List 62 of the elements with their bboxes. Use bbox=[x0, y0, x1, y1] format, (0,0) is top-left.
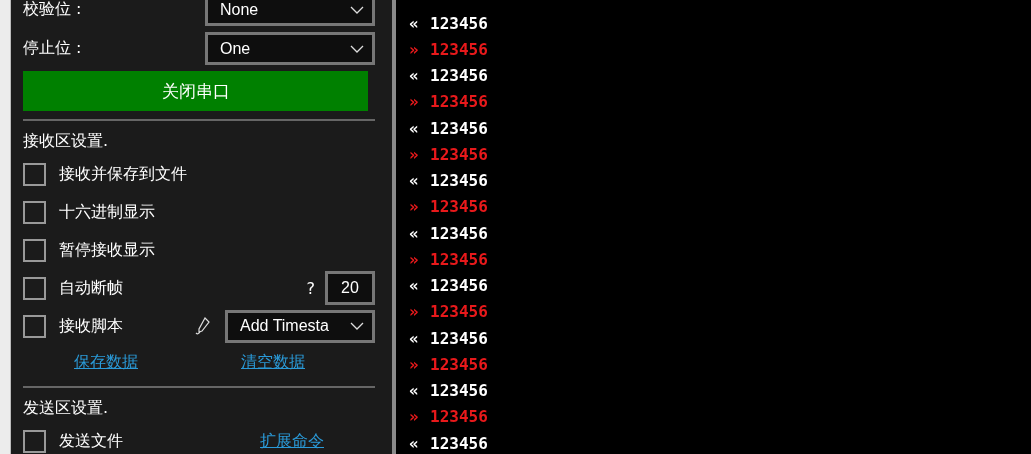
direction-marker: « bbox=[409, 381, 420, 401]
log-text: 123456 bbox=[430, 92, 488, 112]
checkbox[interactable] bbox=[23, 238, 46, 262]
close-port-button[interactable]: 关闭串口 bbox=[23, 71, 368, 111]
log-text: 123456 bbox=[430, 407, 488, 427]
direction-marker: » bbox=[409, 39, 420, 59]
checkbox-label: 自动断帧 bbox=[59, 277, 124, 299]
direction-marker: » bbox=[409, 354, 420, 374]
checkbox-label: 接收并保存到文件 bbox=[59, 163, 188, 185]
checkbox[interactable] bbox=[23, 314, 46, 338]
log-text: 123456 bbox=[430, 13, 488, 33]
direction-marker: » bbox=[409, 249, 420, 269]
checkbox-label: 接收脚本 bbox=[59, 315, 124, 337]
direction-marker: « bbox=[409, 13, 420, 33]
direction-marker: « bbox=[409, 118, 420, 138]
setting-label: 校验位 : bbox=[23, 0, 82, 20]
checkbox-label: 发送文件 bbox=[59, 430, 124, 452]
dropdown[interactable]: Add Timesta bbox=[225, 309, 375, 343]
help-mark[interactable]: ? bbox=[306, 278, 315, 298]
dropdown[interactable]: One bbox=[205, 32, 375, 65]
direction-marker: » bbox=[409, 197, 420, 217]
direction-marker: » bbox=[409, 302, 420, 322]
log-text: 123456 bbox=[430, 249, 488, 269]
chevron-icon bbox=[350, 5, 364, 14]
log-text: 123456 bbox=[430, 171, 488, 191]
log-text: 123456 bbox=[430, 144, 488, 164]
direction-marker: « bbox=[409, 66, 420, 86]
checkbox-label: 十六进制显示 bbox=[59, 201, 156, 223]
log-text: 123456 bbox=[430, 39, 488, 59]
direction-marker: » bbox=[409, 92, 420, 112]
checkbox[interactable] bbox=[23, 162, 46, 186]
link[interactable]: 保存数据 bbox=[74, 351, 138, 373]
section-heading: 接收区设置. bbox=[23, 131, 110, 152]
log-text: 123456 bbox=[430, 302, 488, 322]
checkbox-label: 暂停接收显示 bbox=[59, 239, 156, 261]
direction-marker: « bbox=[409, 328, 420, 348]
direction-marker: « bbox=[409, 276, 420, 296]
dropdown[interactable]: None bbox=[205, 0, 375, 26]
chevron-icon bbox=[350, 44, 364, 53]
direction-marker: « bbox=[409, 171, 420, 191]
log-text: 123456 bbox=[430, 223, 488, 243]
checkbox[interactable] bbox=[23, 200, 46, 224]
direction-marker: » bbox=[409, 407, 420, 427]
log-text: 123456 bbox=[430, 66, 488, 86]
setting-label: 停止位 : bbox=[23, 38, 82, 59]
link[interactable]: 扩展命令 bbox=[260, 430, 324, 452]
log-text: 123456 bbox=[430, 118, 488, 138]
checkbox[interactable] bbox=[23, 429, 46, 453]
checkbox[interactable] bbox=[23, 276, 46, 300]
link[interactable]: 清空数据 bbox=[241, 351, 305, 373]
log-text: 123456 bbox=[430, 328, 488, 348]
log-text: 123456 bbox=[430, 381, 488, 401]
log-text: 123456 bbox=[430, 276, 488, 296]
direction-marker: « bbox=[409, 433, 420, 453]
number-field[interactable]: 20 bbox=[325, 271, 375, 305]
log-text: 123456 bbox=[430, 197, 488, 217]
direction-marker: » bbox=[409, 144, 420, 164]
chevron-icon bbox=[350, 322, 364, 330]
section-heading: 发送区设置. bbox=[23, 398, 110, 419]
direction-marker: « bbox=[409, 223, 420, 243]
log-text: 123456 bbox=[430, 354, 488, 374]
log-text: 123456 bbox=[430, 433, 488, 453]
